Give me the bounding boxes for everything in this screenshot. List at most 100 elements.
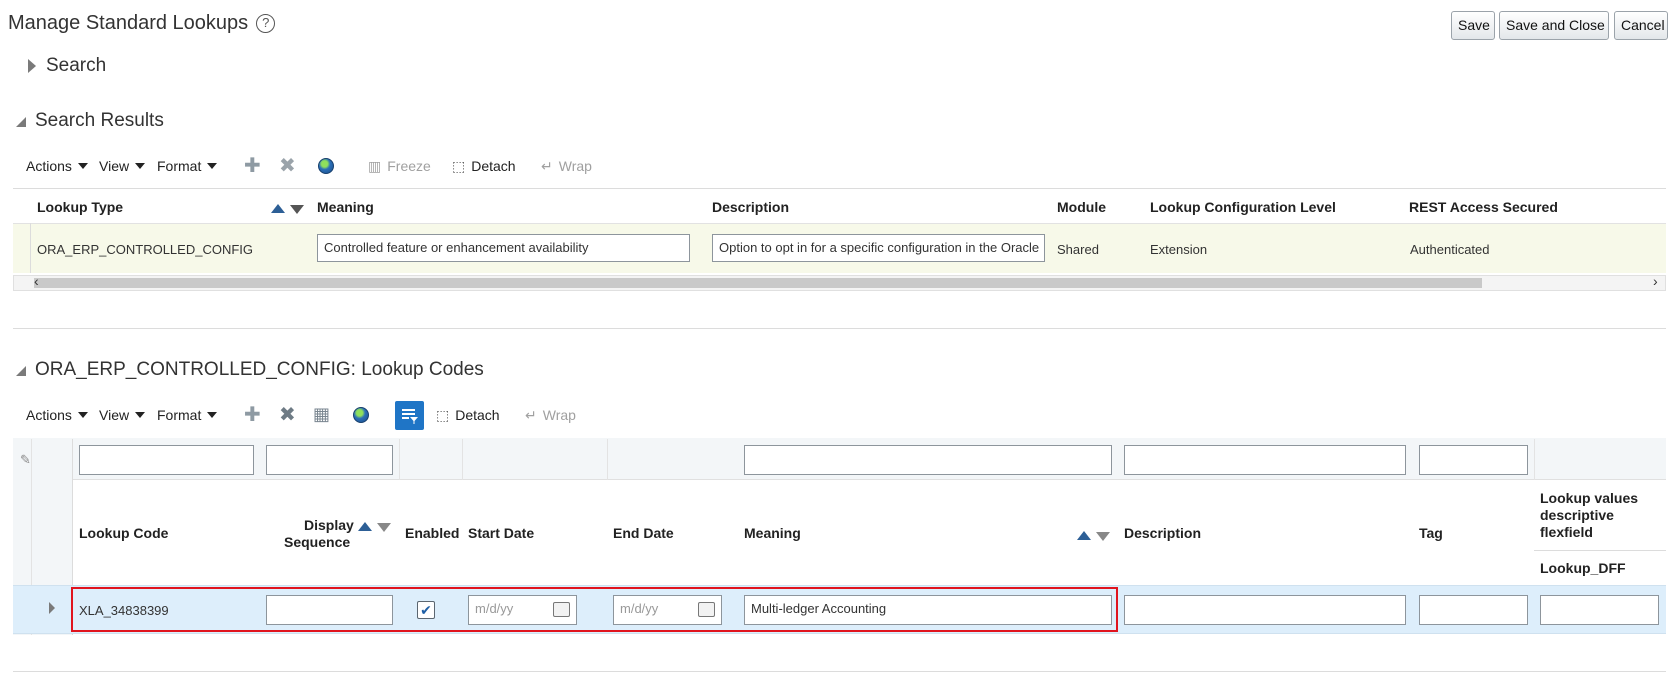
codes-collapse-icon[interactable] bbox=[16, 364, 26, 379]
codes-wrap-button[interactable]: ↵ Wrap bbox=[525, 407, 576, 424]
cell-config-level: Extension bbox=[1150, 242, 1208, 257]
save-button[interactable]: Save bbox=[1451, 11, 1495, 40]
filter-display-sequence-input[interactable] bbox=[266, 445, 393, 475]
codes-detach-button[interactable]: ⬚ Detach bbox=[436, 407, 500, 424]
highlight-box bbox=[71, 587, 1118, 632]
col-rest-access-secured[interactable]: REST Access Secured bbox=[1409, 199, 1558, 215]
actions-menu[interactable]: Actions bbox=[26, 158, 88, 174]
col-description[interactable]: Description bbox=[712, 199, 789, 215]
delete-icon[interactable]: ✖ bbox=[279, 405, 296, 425]
sort-descending-icon[interactable] bbox=[290, 202, 304, 217]
sort-ascending-icon[interactable] bbox=[1077, 528, 1091, 543]
filter-tag-input[interactable] bbox=[1419, 445, 1528, 475]
view-label: View bbox=[99, 158, 130, 174]
col-module[interactable]: Module bbox=[1057, 199, 1106, 215]
translation-globe-icon[interactable] bbox=[318, 158, 334, 174]
col-lookup-values-dff: Lookup values descriptive flexfield bbox=[1540, 490, 1638, 541]
search-expand-icon[interactable] bbox=[28, 59, 36, 76]
col-display-sequence-line1: Display bbox=[304, 517, 354, 533]
freeze-icon: ▥ bbox=[368, 158, 382, 174]
view-menu[interactable]: View bbox=[99, 158, 146, 174]
codes-actions-menu[interactable]: Actions bbox=[26, 407, 88, 423]
format-label: Format bbox=[157, 407, 202, 423]
dff-header-line1: Lookup values bbox=[1540, 490, 1639, 506]
add-icon[interactable]: ✚ bbox=[244, 156, 261, 176]
cancel-button[interactable]: Cancel bbox=[1614, 11, 1668, 40]
filter-lookup-code-input[interactable] bbox=[79, 445, 254, 475]
bottom-divider bbox=[13, 671, 1666, 672]
col-display-sequence-line2: Sequence bbox=[284, 534, 351, 550]
filter-meaning-input[interactable] bbox=[744, 445, 1112, 475]
col-meaning[interactable]: Meaning bbox=[317, 199, 374, 215]
table-top-border bbox=[13, 188, 1666, 189]
col-meaning[interactable]: Meaning bbox=[744, 525, 801, 541]
scrollbar-thumb[interactable] bbox=[34, 278, 1482, 288]
edit-pencil-icon[interactable]: ✎ bbox=[20, 452, 31, 468]
results-collapse-icon[interactable] bbox=[16, 115, 26, 130]
wrap-button[interactable]: ↵ Wrap bbox=[541, 158, 592, 175]
cell-rest-access: Authenticated bbox=[1410, 242, 1490, 257]
wrap-icon: ↵ bbox=[525, 407, 537, 423]
grid-columns-icon[interactable]: ▦ bbox=[313, 404, 330, 424]
sort-ascending-icon[interactable] bbox=[358, 519, 372, 534]
col-end-date[interactable]: End Date bbox=[613, 525, 674, 541]
actions-label: Actions bbox=[26, 158, 72, 174]
tag-input[interactable] bbox=[1419, 595, 1528, 625]
row-expand-icon[interactable] bbox=[49, 602, 55, 617]
column-separator bbox=[1534, 439, 1535, 480]
search-section-title[interactable]: Search bbox=[46, 55, 106, 77]
col-display-sequence[interactable]: Display bbox=[304, 517, 354, 533]
codes-format-menu[interactable]: Format bbox=[157, 407, 218, 423]
detach-label: Detach bbox=[471, 158, 516, 174]
format-menu[interactable]: Format bbox=[157, 158, 218, 174]
section-divider bbox=[13, 328, 1666, 329]
freeze-button[interactable]: ▥ Freeze bbox=[368, 158, 431, 175]
description-input[interactable]: Option to opt in for a specific configur… bbox=[712, 234, 1045, 262]
meaning-input[interactable]: Controlled feature or enhancement availa… bbox=[317, 234, 690, 262]
scroll-left-icon[interactable]: ‹ bbox=[34, 273, 39, 289]
sort-descending-icon[interactable] bbox=[1096, 529, 1110, 544]
save-and-close-button[interactable]: Save and Close bbox=[1499, 11, 1609, 40]
filter-description-input[interactable] bbox=[1124, 445, 1406, 475]
help-icon[interactable]: ? bbox=[256, 14, 276, 33]
chevron-down-icon bbox=[135, 412, 146, 418]
dff-header-line3: flexfield bbox=[1540, 524, 1593, 540]
format-label: Format bbox=[157, 158, 202, 174]
translation-globe-icon[interactable] bbox=[353, 407, 369, 423]
results-section-title: Search Results bbox=[35, 110, 164, 131]
wrap-label: Wrap bbox=[542, 407, 576, 423]
row-header-cell[interactable] bbox=[13, 223, 31, 273]
chevron-down-icon bbox=[135, 163, 146, 169]
dff-header-line2: descriptive bbox=[1540, 507, 1614, 523]
codes-view-menu[interactable]: View bbox=[99, 407, 146, 423]
add-icon[interactable]: ✚ bbox=[244, 405, 261, 425]
delete-icon[interactable]: ✖ bbox=[279, 156, 296, 176]
column-separator bbox=[462, 439, 463, 480]
wrap-label: Wrap bbox=[558, 158, 592, 174]
col-lookup-type[interactable]: Lookup Type bbox=[37, 199, 123, 215]
lookup-dff-input[interactable] bbox=[1540, 595, 1659, 625]
detach-button[interactable]: ⬚ Detach bbox=[452, 158, 516, 175]
actions-label: Actions bbox=[26, 407, 72, 423]
scroll-right-icon[interactable]: › bbox=[1653, 273, 1658, 289]
col-lookup-dff[interactable]: Lookup_DFF bbox=[1540, 560, 1626, 576]
dff-header-divider bbox=[1534, 550, 1666, 551]
codes-section-title: ORA_ERP_CONTROLLED_CONFIG: Lookup Codes bbox=[35, 359, 484, 380]
sort-descending-icon[interactable] bbox=[377, 520, 391, 535]
col-enabled[interactable]: Enabled bbox=[405, 525, 459, 541]
col-description[interactable]: Description bbox=[1124, 525, 1201, 541]
column-separator bbox=[399, 439, 400, 480]
wrap-icon: ↵ bbox=[541, 158, 553, 174]
description-input[interactable] bbox=[1124, 595, 1406, 625]
sort-ascending-icon[interactable] bbox=[271, 201, 285, 216]
page-title-text: Manage Standard Lookups bbox=[8, 12, 249, 34]
query-by-example-button[interactable] bbox=[395, 401, 424, 430]
col-lookup-code[interactable]: Lookup Code bbox=[79, 525, 168, 541]
col-lookup-config-level[interactable]: Lookup Configuration Level bbox=[1150, 199, 1336, 215]
chevron-down-icon bbox=[77, 163, 88, 169]
detach-label: Detach bbox=[455, 407, 500, 423]
freeze-label: Freeze bbox=[387, 158, 431, 174]
cell-lookup-type: ORA_ERP_CONTROLLED_CONFIG bbox=[37, 242, 253, 257]
col-start-date[interactable]: Start Date bbox=[468, 525, 534, 541]
col-tag[interactable]: Tag bbox=[1419, 525, 1443, 541]
